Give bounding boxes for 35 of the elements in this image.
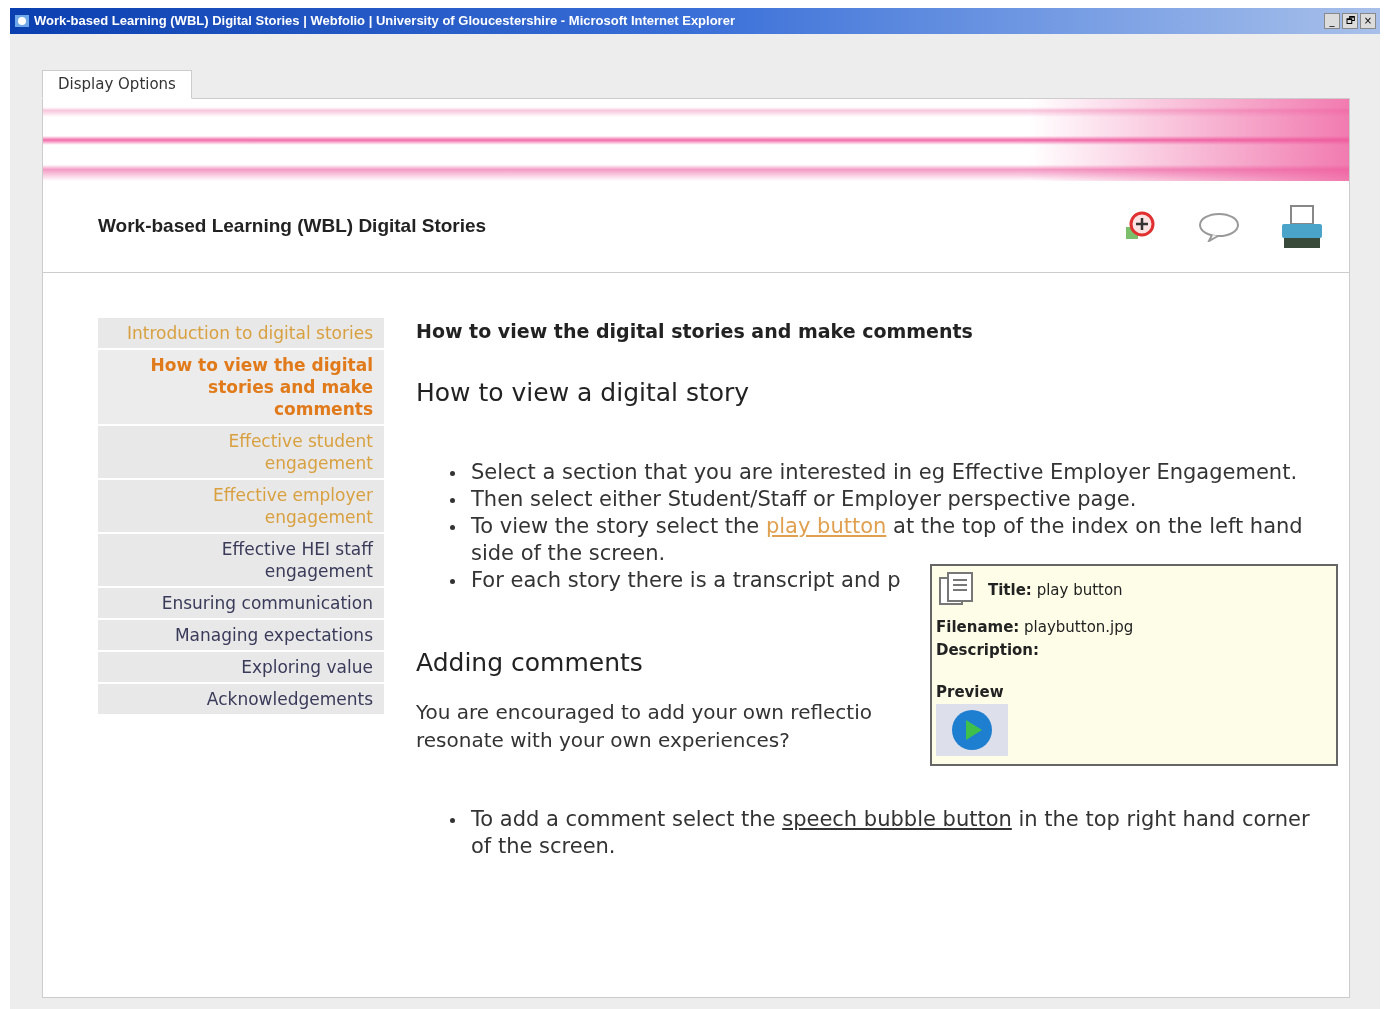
tooltip-description-label: Description: bbox=[936, 639, 1039, 661]
bullet-text: Select a section that you are interested in eg Effective Employer Engagement. bbox=[471, 459, 1298, 486]
bullet-icon bbox=[450, 579, 455, 584]
speech-bubble-icon[interactable] bbox=[1198, 211, 1240, 242]
window-control-button[interactable]: × bbox=[1360, 13, 1376, 29]
bullet-icon bbox=[450, 498, 455, 503]
nav-link[interactable]: Managing expectations bbox=[98, 620, 384, 652]
window-control-button[interactable]: _ bbox=[1324, 13, 1340, 29]
window-control-button[interactable]: 🗗 bbox=[1342, 13, 1358, 29]
bullet-text: To add a comment select the speech bubble button in the top right hand corner of the screen. bbox=[471, 805, 1311, 860]
nav-link[interactable]: Exploring value bbox=[98, 652, 384, 684]
nav-link[interactable]: Acknowledgements bbox=[98, 684, 384, 716]
section-heading: Adding comments bbox=[416, 647, 643, 679]
tab[interactable]: Display Options bbox=[42, 70, 192, 99]
bullet-icon bbox=[450, 817, 455, 823]
tooltip-preview-label: Preview bbox=[936, 682, 1004, 703]
section-heading: How to view a digital story bbox=[416, 376, 750, 409]
play-button-icon bbox=[950, 707, 994, 752]
paragraph: You are encouraged to add your own reflectio bbox=[416, 698, 872, 726]
bullet-icon bbox=[450, 471, 455, 476]
nav-link[interactable]: Effective HEI staff engagement bbox=[98, 534, 384, 588]
text-link[interactable]: speech bubble button bbox=[782, 806, 1012, 831]
nav-link[interactable]: Ensuring communication bbox=[98, 588, 384, 620]
paragraph: resonate with your own experiences? bbox=[416, 726, 790, 754]
bullet-text: Then select either Student/Staff or Employer perspective page. bbox=[471, 486, 1137, 513]
window-title: Work-based Learning (WBL) Digital Stories | Webfolio | University of Gloucestershire - Microsoft Internet Explorer bbox=[34, 12, 736, 31]
bullet-text: To view the story select the play button at the top of the index on the left hand side of the screen. bbox=[471, 513, 1304, 567]
tooltip-title: Title: play button bbox=[988, 579, 1123, 601]
browser-icon bbox=[14, 13, 30, 29]
page-header-title: Work-based Learning (WBL) Digital Stories bbox=[98, 214, 488, 239]
content-title: How to view the digital stories and make comments bbox=[416, 319, 973, 344]
tooltip-filename: Filename: playbutton.jpg bbox=[936, 617, 1135, 638]
bullet-icon bbox=[450, 525, 455, 530]
bullet-text: For each story there is a transcript and p bbox=[471, 567, 901, 594]
print-icon[interactable] bbox=[1280, 203, 1324, 250]
